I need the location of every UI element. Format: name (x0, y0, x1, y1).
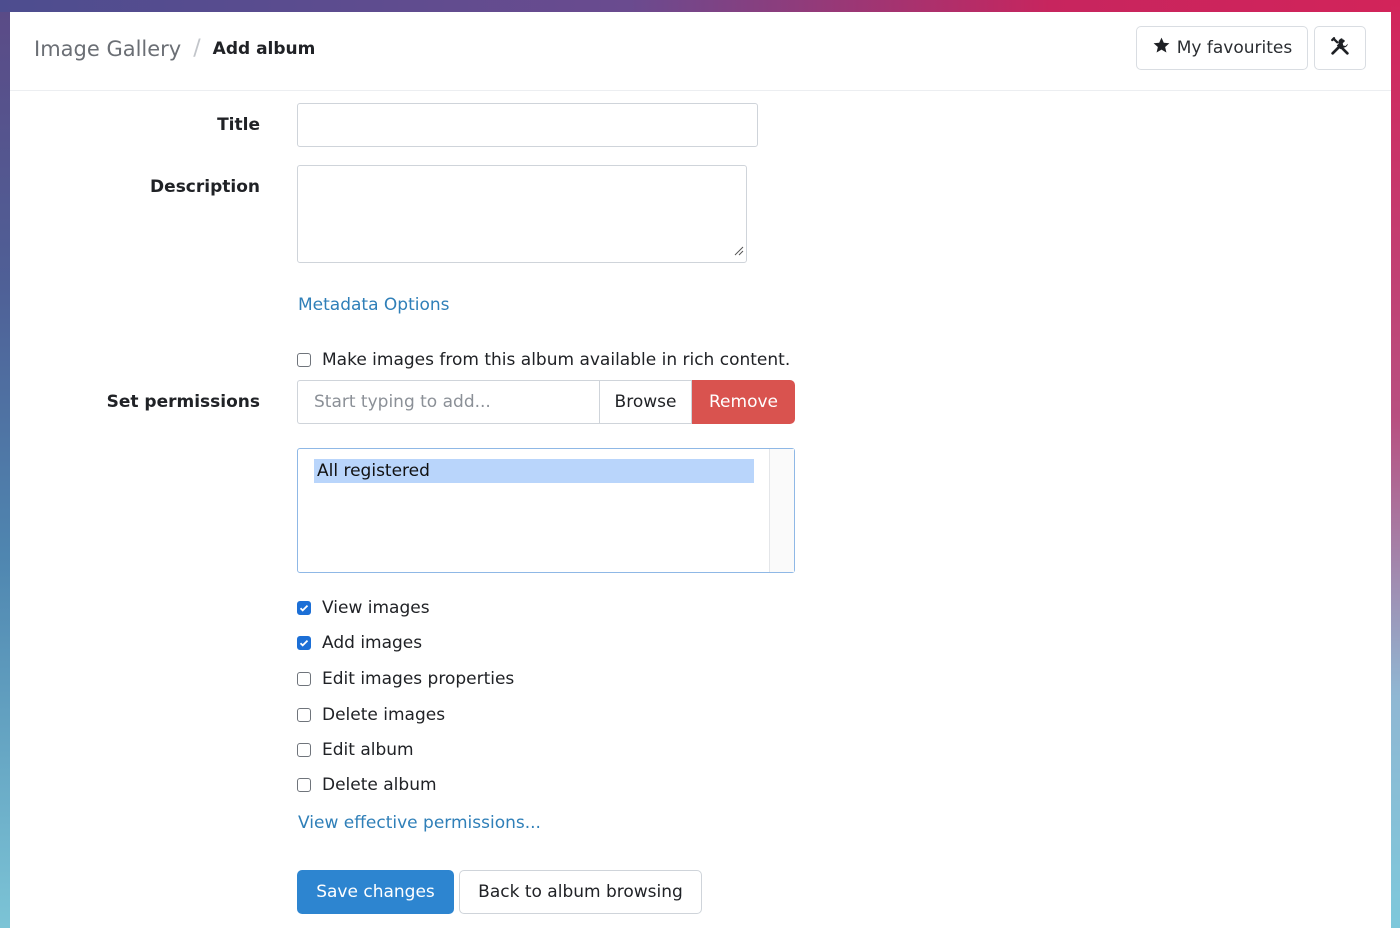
permission-row[interactable]: Add images (297, 633, 422, 653)
description-textarea[interactable] (297, 165, 747, 263)
title-label: Title (217, 115, 260, 135)
admin-tools-button[interactable] (1314, 26, 1366, 70)
view-images-label: View images (322, 598, 430, 618)
my-favourites-label: My favourites (1176, 38, 1293, 58)
breadcrumb-current: Add album (212, 38, 316, 59)
permission-row[interactable]: Delete images (297, 705, 445, 725)
add-images-label: Add images (322, 633, 423, 653)
edit-images-properties-checkbox[interactable] (297, 672, 311, 686)
permission-row[interactable]: Edit album (297, 740, 414, 760)
permission-row[interactable]: Delete album (297, 775, 437, 795)
delete-images-label: Delete images (322, 705, 446, 725)
view-effective-permissions-link[interactable]: View effective permissions... (298, 813, 541, 833)
star-icon (1152, 36, 1171, 60)
delete-images-checkbox[interactable] (297, 708, 311, 722)
rich-content-checkbox[interactable] (297, 353, 311, 367)
my-favourites-button[interactable]: My favourites (1136, 26, 1308, 70)
back-to-album-browsing-button[interactable]: Back to album browsing (459, 870, 702, 914)
browse-button[interactable]: Browse (599, 380, 692, 424)
breadcrumb-separator: / (193, 36, 201, 61)
gradient-top-border (0, 0, 1400, 12)
gradient-right-border (1391, 0, 1400, 928)
tools-icon (1329, 35, 1351, 61)
listbox-scrollbar[interactable] (769, 449, 794, 572)
permissions-search-input[interactable]: Start typing to add... (297, 380, 599, 424)
breadcrumb-root[interactable]: Image Gallery (34, 37, 181, 61)
add-images-checkbox[interactable] (297, 636, 311, 650)
view-images-checkbox[interactable] (297, 601, 311, 615)
permission-row[interactable]: View images (297, 598, 430, 618)
save-changes-button[interactable]: Save changes (297, 870, 454, 914)
rich-content-label: Make images from this album available in… (322, 350, 791, 370)
permission-groups-listbox[interactable]: All registered (297, 448, 795, 573)
title-input[interactable] (297, 103, 758, 147)
rich-content-checkbox-row[interactable]: Make images from this album available in… (297, 350, 790, 370)
description-label: Description (150, 177, 260, 197)
edit-album-label: Edit album (322, 740, 414, 760)
delete-album-checkbox[interactable] (297, 778, 311, 792)
resize-handle-icon[interactable] (732, 241, 744, 260)
delete-album-label: Delete album (322, 775, 437, 795)
set-permissions-label: Set permissions (106, 392, 260, 412)
edit-images-properties-label: Edit images properties (322, 669, 515, 689)
page-container: Image Gallery / Add album My favourites … (10, 12, 1391, 928)
remove-button[interactable]: Remove (692, 380, 795, 424)
metadata-options-link[interactable]: Metadata Options (298, 295, 450, 315)
permission-row[interactable]: Edit images properties (297, 669, 514, 689)
breadcrumb: Image Gallery / Add album (34, 36, 315, 61)
permissions-input-group: Start typing to add... Browse Remove (297, 380, 795, 424)
edit-album-checkbox[interactable] (297, 743, 311, 757)
listbox-option[interactable]: All registered (314, 459, 754, 483)
page-header: Image Gallery / Add album My favourites (10, 12, 1391, 91)
